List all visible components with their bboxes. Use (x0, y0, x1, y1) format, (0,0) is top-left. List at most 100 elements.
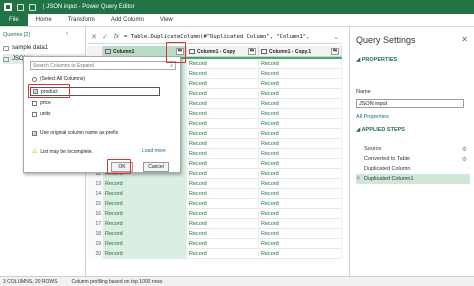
applied-steps-header: ◢ APPLIED STEPS (356, 127, 405, 133)
column-header-column1-copy[interactable]: Column1 - Copy ⇆ (187, 46, 259, 57)
applied-step-converted[interactable]: Converted to Table ⚙ (356, 154, 470, 164)
tab-file[interactable]: File (0, 14, 28, 26)
use-prefix-option[interactable]: ✓ Use original column name as prefix (32, 130, 118, 136)
row-number[interactable]: 16 (87, 209, 103, 219)
column-header-column1-copy1[interactable]: Column1 - Copy.1 ⇆ (259, 46, 342, 57)
row-number[interactable]: 17 (87, 219, 103, 229)
all-properties-link[interactable]: All Properties (356, 114, 389, 120)
cancel-button[interactable]: Cancel (143, 162, 169, 172)
close-icon[interactable]: ✕ (461, 35, 468, 44)
record-cell[interactable]: Record (187, 99, 259, 109)
row-number[interactable]: 13 (87, 179, 103, 189)
expand-column-icon[interactable]: ⇆ (248, 48, 256, 55)
record-cell[interactable]: Record (259, 129, 342, 139)
record-cell[interactable]: Record (187, 229, 259, 239)
record-cell[interactable]: Record (103, 229, 187, 239)
record-cell[interactable]: Record (103, 249, 187, 259)
expand-column-icon[interactable]: ⇆ (331, 48, 339, 55)
record-cell[interactable]: Record (259, 69, 342, 79)
load-more-link[interactable]: Load more (142, 148, 166, 154)
confirm-formula-icon[interactable]: ✓ (101, 33, 109, 41)
tab-home[interactable]: Home (28, 14, 60, 26)
record-cell[interactable]: Record (259, 239, 342, 249)
collapse-chevron-icon[interactable]: ‹ (66, 31, 68, 37)
record-cell[interactable]: Record (103, 219, 187, 229)
record-cell[interactable]: Record (187, 109, 259, 119)
profiling-status[interactable]: Column profiling based on top 1000 rows (71, 279, 162, 285)
gear-icon[interactable]: ⚙ (462, 146, 467, 153)
record-cell[interactable]: Record (187, 209, 259, 219)
search-columns-input[interactable]: Search Columns to Expand ⌕ (30, 61, 176, 70)
record-cell[interactable]: Record (187, 179, 259, 189)
record-cell[interactable]: Record (187, 149, 259, 159)
record-cell[interactable]: Record (187, 159, 259, 169)
record-cell[interactable]: Record (259, 219, 342, 229)
column-option-price[interactable]: price (32, 100, 51, 106)
record-cell[interactable]: Record (103, 179, 187, 189)
record-cell[interactable]: Record (187, 119, 259, 129)
select-all-columns-option[interactable]: (Select All Columns) (32, 76, 85, 82)
record-cell[interactable]: Record (259, 209, 342, 219)
properties-header: ◢ PROPERTIES (356, 57, 397, 63)
column-option-units[interactable]: units (32, 111, 51, 117)
record-cell[interactable]: Record (187, 59, 259, 69)
table-row: 20 Record Record Record (87, 249, 342, 259)
row-number[interactable]: 18 (87, 229, 103, 239)
tab-view[interactable]: View (152, 14, 181, 26)
delete-step-icon[interactable]: ✕ (356, 176, 361, 182)
record-cell[interactable]: Record (259, 79, 342, 89)
record-cell[interactable]: Record (187, 129, 259, 139)
record-cell[interactable]: Record (259, 229, 342, 239)
applied-step-source[interactable]: Source ⚙ (356, 144, 470, 154)
tab-transform[interactable]: Transform (60, 14, 103, 26)
record-cell[interactable]: Record (187, 249, 259, 259)
table-type-icon (189, 49, 195, 54)
record-cell[interactable]: Record (259, 109, 342, 119)
record-cell[interactable]: Record (259, 249, 342, 259)
record-cell[interactable]: Record (103, 209, 187, 219)
table-row: 16 Record Record Record (87, 209, 342, 219)
applied-step-duplicated[interactable]: Duplicated Column (356, 164, 470, 174)
fx-icon[interactable]: fx (112, 34, 121, 40)
record-cell[interactable]: Record (259, 99, 342, 109)
status-bar: 3 COLUMNS, 20 ROWS Column profiling base… (0, 276, 474, 286)
record-cell[interactable]: Record (259, 139, 342, 149)
expand-formula-icon[interactable]: ⌄ (332, 33, 340, 41)
record-cell[interactable]: Record (187, 169, 259, 179)
record-cell[interactable]: Record (187, 139, 259, 149)
search-icon: ⌕ (170, 63, 173, 69)
save-icon[interactable] (17, 3, 24, 11)
record-cell[interactable]: Record (103, 199, 187, 209)
record-cell[interactable]: Record (259, 189, 342, 199)
formula-input[interactable]: = Table.DuplicateColumn(#"Duplicated Col… (124, 34, 329, 40)
record-cell[interactable]: Record (259, 179, 342, 189)
record-cell[interactable]: Record (187, 239, 259, 249)
record-cell[interactable]: Record (103, 239, 187, 249)
row-number[interactable]: 19 (87, 239, 103, 249)
record-cell[interactable]: Record (259, 119, 342, 129)
cancel-formula-icon[interactable]: ✕ (90, 33, 98, 41)
record-cell[interactable]: Record (259, 89, 342, 99)
row-number[interactable]: 15 (87, 199, 103, 209)
record-cell[interactable]: Record (187, 199, 259, 209)
query-name-input[interactable]: JSON input (356, 99, 464, 108)
undo-icon[interactable] (29, 3, 36, 11)
query-item-sample-data1[interactable]: sample data1 (3, 43, 85, 53)
column-header-label: Column1 (113, 48, 135, 55)
applied-step-duplicated1[interactable]: ✕ Duplicated Column1 (356, 174, 470, 184)
record-cell[interactable]: Record (187, 69, 259, 79)
record-cell[interactable]: Record (187, 79, 259, 89)
record-cell[interactable]: Record (259, 159, 342, 169)
record-cell[interactable]: Record (259, 59, 342, 69)
record-cell[interactable]: Record (103, 189, 187, 199)
record-cell[interactable]: Record (259, 169, 342, 179)
record-cell[interactable]: Record (187, 219, 259, 229)
row-number[interactable]: 20 (87, 249, 103, 259)
gear-icon[interactable]: ⚙ (462, 156, 467, 163)
record-cell[interactable]: Record (259, 199, 342, 209)
record-cell[interactable]: Record (187, 189, 259, 199)
record-cell[interactable]: Record (187, 89, 259, 99)
tab-add-column[interactable]: Add Column (103, 14, 152, 26)
row-number[interactable]: 14 (87, 189, 103, 199)
record-cell[interactable]: Record (259, 149, 342, 159)
